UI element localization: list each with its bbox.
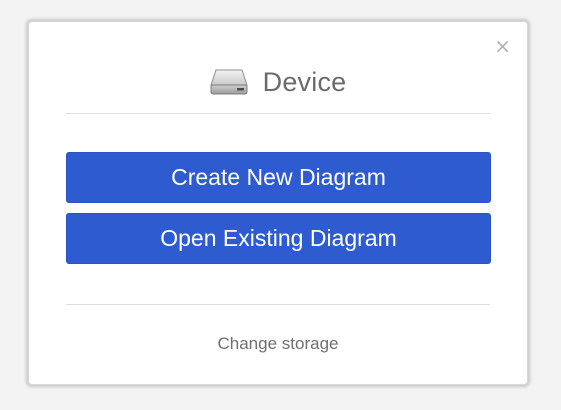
change-storage-link[interactable]: Change storage bbox=[29, 334, 527, 354]
close-icon[interactable]: × bbox=[494, 36, 511, 56]
storage-dialog: × Device Create New Diagram Open Existin… bbox=[28, 21, 528, 385]
open-existing-diagram-button[interactable]: Open Existing Diagram bbox=[66, 213, 491, 264]
divider bbox=[66, 304, 490, 305]
hard-drive-icon bbox=[209, 68, 248, 96]
divider bbox=[66, 113, 490, 114]
dialog-title: Device bbox=[262, 66, 347, 97]
dialog-header: Device bbox=[29, 62, 527, 102]
create-new-diagram-button[interactable]: Create New Diagram bbox=[66, 152, 491, 203]
